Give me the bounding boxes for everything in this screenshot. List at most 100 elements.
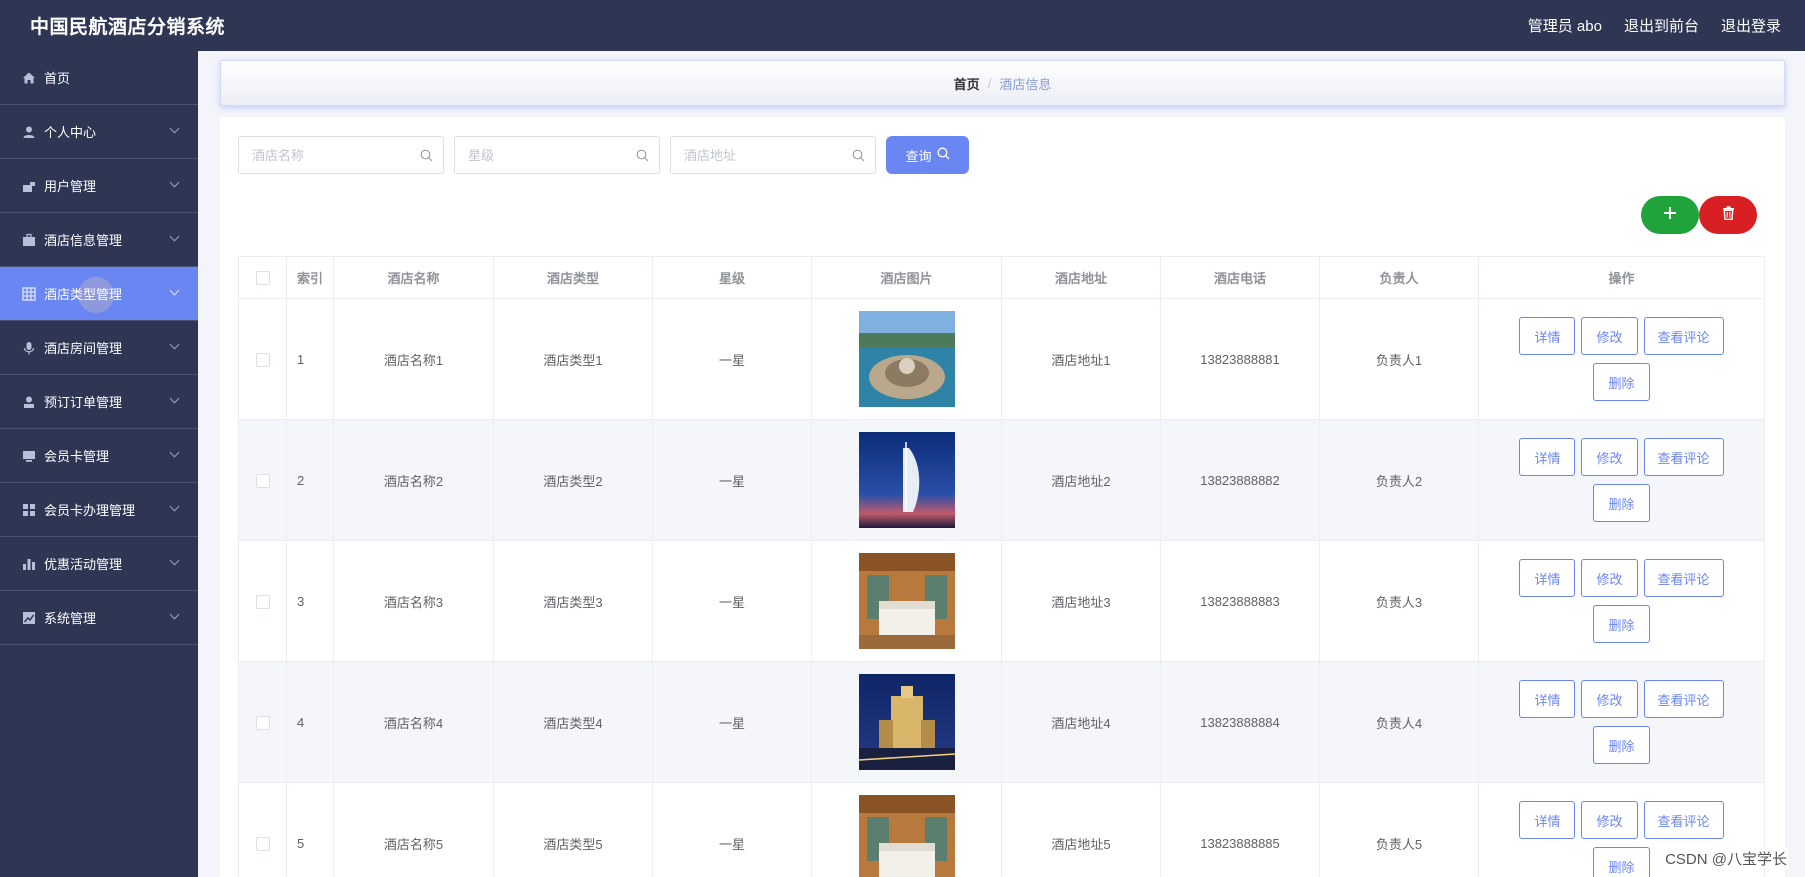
table-header-row: 索引 酒店名称 酒店类型 星级 酒店图片 酒店地址 酒店电话 负责人 操作 xyxy=(238,256,1765,299)
edit-button[interactable]: 修改 xyxy=(1581,801,1638,839)
sidebar: 首页 个人中心 用户管理 酒店信息管理 酒店类型管理 酒店房间管理 预订订单管理… xyxy=(0,51,198,877)
view-reviews-button[interactable]: 查看评论 xyxy=(1643,559,1724,597)
detail-button[interactable]: 详情 xyxy=(1519,438,1576,476)
sidebar-item-personal-center[interactable]: 个人中心 xyxy=(0,105,198,159)
star-input[interactable] xyxy=(455,137,659,173)
delete-button[interactable]: 删除 xyxy=(1593,363,1650,401)
row-select-cell xyxy=(238,298,287,420)
delete-button[interactable]: 删除 xyxy=(1593,847,1650,877)
sidebar-item-label: 预订订单管理 xyxy=(44,395,123,410)
sidebar-item-system[interactable]: 系统管理 xyxy=(0,591,198,645)
sidebar-item-label: 酒店类型管理 xyxy=(44,287,123,302)
star-cell: 一星 xyxy=(652,419,812,541)
sidebar-item-hotel-room[interactable]: 酒店房间管理 xyxy=(0,321,198,375)
hotel-name-cell: 酒店名称2 xyxy=(333,419,494,541)
apps-icon xyxy=(22,503,36,517)
sidebar-item-member-card-apply[interactable]: 会员卡办理管理 xyxy=(0,483,198,537)
hotel-type-cell: 酒店类型4 xyxy=(493,661,653,783)
watermark: CSDN @八宝学长 xyxy=(1663,848,1789,869)
delete-button[interactable]: 删除 xyxy=(1593,484,1650,522)
column-header: 操作 xyxy=(1478,256,1765,299)
detail-button[interactable]: 详情 xyxy=(1519,680,1576,718)
sidebar-item-label: 个人中心 xyxy=(44,125,97,140)
sidebar-item-label: 会员卡办理管理 xyxy=(44,503,136,518)
edit-button[interactable]: 修改 xyxy=(1581,680,1638,718)
exit-to-front-link[interactable]: 退出到前台 xyxy=(1624,15,1699,36)
chevron-down-icon xyxy=(169,609,180,620)
delete-button[interactable]: 删除 xyxy=(1593,605,1650,643)
sidebar-item-home[interactable]: 首页 xyxy=(0,51,198,105)
hotel-type-cell: 酒店类型2 xyxy=(493,419,653,541)
sidebar-item-member-card[interactable]: 会员卡管理 xyxy=(0,429,198,483)
logout-link[interactable]: 退出登录 xyxy=(1721,15,1781,36)
address-cell: 酒店地址2 xyxy=(1001,419,1161,541)
phone-cell: 13823888884 xyxy=(1160,661,1320,783)
row-checkbox[interactable] xyxy=(255,352,270,367)
edit-button[interactable]: 修改 xyxy=(1581,317,1638,355)
sidebar-item-hotel-info[interactable]: 酒店信息管理 xyxy=(0,213,198,267)
detail-button[interactable]: 详情 xyxy=(1519,317,1576,355)
row-checkbox[interactable] xyxy=(255,594,270,609)
breadcrumb-home[interactable]: 首页 xyxy=(954,74,980,93)
hotel-address-search xyxy=(670,136,876,174)
header-actions: 管理员 abo 退出到前台 退出登录 xyxy=(1528,15,1781,36)
view-reviews-button[interactable]: 查看评论 xyxy=(1643,801,1724,839)
sidebar-item-booking-orders[interactable]: 预订订单管理 xyxy=(0,375,198,429)
column-header: 酒店类型 xyxy=(493,256,653,299)
sidebar-item-promotions[interactable]: 优惠活动管理 xyxy=(0,537,198,591)
trash-icon xyxy=(1722,205,1735,225)
chevron-down-icon xyxy=(169,393,180,404)
hotel-image-cell xyxy=(811,661,1002,783)
column-header: 负责人 xyxy=(1319,256,1479,299)
view-reviews-button[interactable]: 查看评论 xyxy=(1643,438,1724,476)
view-reviews-button[interactable]: 查看评论 xyxy=(1643,317,1724,355)
detail-button[interactable]: 详情 xyxy=(1519,801,1576,839)
star-cell: 一星 xyxy=(652,540,812,662)
chevron-down-icon xyxy=(169,177,180,188)
trend-icon xyxy=(22,611,36,625)
index-cell: 4 xyxy=(286,661,334,783)
query-button[interactable]: 查询 xyxy=(886,136,969,174)
main-content: 首页 / 酒店信息 酒店名称 星级 酒店地址 查询 索引 酒店名称 酒店类型 星… xyxy=(198,51,1805,877)
briefcase-icon xyxy=(22,233,36,247)
table-row: 4 酒店名称4 酒店类型4 一星 酒店地址4 13823888884 负责人4 … xyxy=(238,661,1765,783)
hotel-image-cell xyxy=(811,782,1002,877)
manager-cell: 负责人2 xyxy=(1319,419,1479,541)
add-button[interactable] xyxy=(1641,196,1699,234)
phone-cell: 13823888883 xyxy=(1160,540,1320,662)
monitor-icon xyxy=(22,449,36,463)
hotel-type-cell: 酒店类型1 xyxy=(493,298,653,420)
user-icon xyxy=(22,125,36,139)
hotel-name-cell: 酒店名称1 xyxy=(333,298,494,420)
edit-button[interactable]: 修改 xyxy=(1581,559,1638,597)
select-all-cell xyxy=(238,256,287,299)
row-checkbox[interactable] xyxy=(255,836,270,851)
detail-button[interactable]: 详情 xyxy=(1519,559,1576,597)
delete-button[interactable]: 删除 xyxy=(1593,726,1650,764)
row-checkbox[interactable] xyxy=(255,715,270,730)
view-reviews-button[interactable]: 查看评论 xyxy=(1643,680,1724,718)
hotel-image-cell xyxy=(811,298,1002,420)
row-select-cell xyxy=(238,419,287,541)
hotel-table: 索引 酒店名称 酒店类型 星级 酒店图片 酒店地址 酒店电话 负责人 操作 1 … xyxy=(238,256,1765,877)
star-cell: 一星 xyxy=(652,298,812,420)
hotel-name-input[interactable] xyxy=(239,137,443,173)
sidebar-item-hotel-type[interactable]: 酒店类型管理 xyxy=(0,267,198,321)
top-header: 中国民航酒店分销系统 管理员 abo 退出到前台 退出登录 xyxy=(0,0,1805,51)
hotel-image-cell xyxy=(811,419,1002,541)
column-header: 酒店电话 xyxy=(1160,256,1320,299)
hotel-address-input[interactable] xyxy=(671,137,875,173)
address-cell: 酒店地址4 xyxy=(1001,661,1161,783)
actions-cell: 详情 修改 查看评论 删除 xyxy=(1478,298,1765,420)
hotel-name-cell: 酒店名称3 xyxy=(333,540,494,662)
edit-button[interactable]: 修改 xyxy=(1581,438,1638,476)
row-select-cell xyxy=(238,782,287,877)
batch-delete-button[interactable] xyxy=(1699,196,1757,234)
user-manage-icon xyxy=(22,179,36,193)
plus-icon xyxy=(1663,206,1677,225)
current-user-label: 管理员 abo xyxy=(1527,18,1602,35)
sidebar-item-user-management[interactable]: 用户管理 xyxy=(0,159,198,213)
row-select-cell xyxy=(238,540,287,662)
select-all-checkbox[interactable] xyxy=(255,271,270,286)
row-checkbox[interactable] xyxy=(255,473,270,488)
